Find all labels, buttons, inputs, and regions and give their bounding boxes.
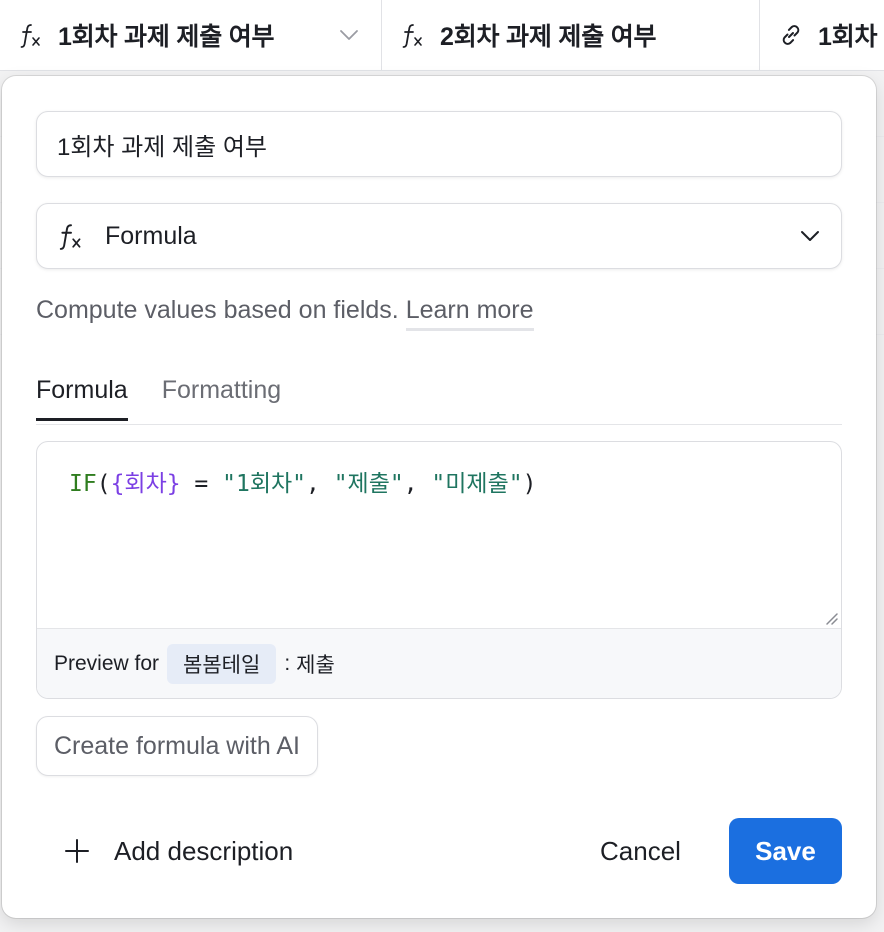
column-title: 2회차 과제 제출 여부 (440, 23, 657, 51)
formula-punctuation: , (403, 471, 432, 497)
table-header-row: 1회차 과제 제출 여부 2회차 과제 제출 여부 1회차 과 (0, 0, 884, 71)
preview-value: 제출 (296, 653, 335, 677)
field-type-select[interactable]: Formula (36, 203, 842, 269)
formula-string: "1회차" (222, 471, 306, 497)
formula-editor: IF({회차} = "1회차", "제출", "미제출") Preview fo… (36, 441, 842, 699)
resize-handle-icon[interactable] (823, 610, 839, 626)
formula-function: IF (69, 471, 97, 497)
field-type-description: Compute values based on fields. Learn mo… (36, 296, 534, 331)
formula-icon (57, 222, 85, 250)
column-title: 1회차 과제 제출 여부 (58, 23, 275, 51)
formula-punctuation: , (306, 471, 334, 497)
plus-icon (62, 836, 92, 866)
column-title: 1회차 과 (818, 23, 884, 51)
cancel-button[interactable]: Cancel (582, 828, 699, 874)
formula-string: "미제출" (431, 471, 523, 497)
tab-formatting[interactable]: Formatting (162, 372, 281, 420)
column-header-3[interactable]: 1회차 과 (760, 0, 884, 70)
formula-string: "제출" (333, 471, 404, 497)
field-name-input[interactable] (36, 111, 842, 177)
preview-record-chip[interactable]: 봄봄테일 (167, 643, 277, 684)
create-formula-with-ai-button[interactable]: Create formula with AI (36, 716, 318, 776)
chevron-down-icon[interactable] (339, 29, 359, 41)
add-description-button[interactable]: Add description (62, 828, 293, 874)
formula-operator: = (180, 471, 223, 497)
formula-field-ref: {회차} (110, 471, 181, 497)
formula-icon (18, 22, 44, 48)
formula-punctuation: ( (96, 471, 111, 497)
column-header-2[interactable]: 2회차 과제 제출 여부 (382, 0, 760, 70)
formula-icon (400, 22, 426, 48)
formula-preview: Preview for 봄봄테일 : 제출 (37, 628, 841, 698)
save-button[interactable]: Save (729, 818, 842, 884)
config-tabs: Formula Formatting (36, 372, 842, 425)
formula-punctuation: ) (522, 471, 537, 497)
column-header-1[interactable]: 1회차 과제 제출 여부 (0, 0, 382, 70)
link-icon (778, 22, 804, 48)
field-type-label: Formula (105, 221, 197, 250)
field-config-dialog: Formula Compute values based on fields. … (2, 76, 876, 918)
helper-text: Compute values based on fields. (36, 296, 399, 324)
formula-code-input[interactable]: IF({회차} = "1회차", "제출", "미제출") (37, 442, 841, 628)
preview-label: Preview for (54, 651, 160, 675)
chevron-down-icon (799, 229, 821, 243)
learn-more-link[interactable]: Learn more (405, 296, 534, 331)
add-description-label: Add description (114, 835, 294, 866)
preview-separator: : (284, 651, 291, 675)
tab-formula[interactable]: Formula (36, 372, 128, 421)
